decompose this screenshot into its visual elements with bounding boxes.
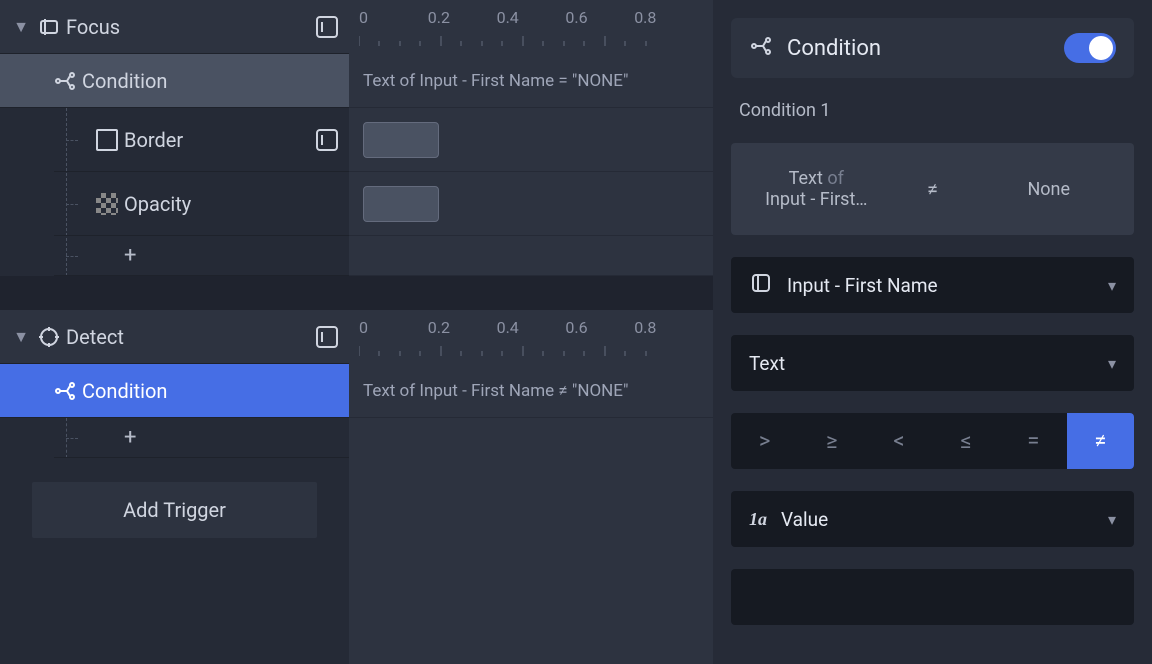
op-not-equal[interactable]: ≠ <box>1067 413 1134 469</box>
ruler-tick: 0 <box>359 8 428 27</box>
ruler-tick: 0.4 <box>497 8 566 27</box>
add-trigger-button[interactable]: Add Trigger <box>32 482 317 538</box>
detect-condition-row[interactable]: Condition <box>0 364 349 418</box>
op-greater[interactable]: > <box>731 413 798 469</box>
value-type-icon: 1a <box>749 509 767 530</box>
condition-panel-header: Condition <box>731 18 1134 78</box>
trigger-focus-header[interactable]: ▼ Focus <box>0 0 349 54</box>
square-icon <box>90 129 124 151</box>
operator-picker: > ≥ < ≤ = ≠ <box>731 413 1134 469</box>
property-select-label: Text <box>749 352 1094 375</box>
branch-icon <box>48 379 82 403</box>
add-property-row[interactable]: + <box>54 236 349 276</box>
color-swatch[interactable] <box>363 186 439 222</box>
element-select[interactable]: Input - First Name ▾ <box>731 257 1134 313</box>
spacer <box>349 276 713 310</box>
opacity-icon <box>90 193 124 215</box>
op-equal[interactable]: = <box>1000 413 1067 469</box>
value-input[interactable] <box>731 569 1134 625</box>
chevron-down-icon: ▼ <box>10 327 32 347</box>
color-swatch[interactable] <box>363 122 439 158</box>
ruler-tick: 0.4 <box>497 318 566 337</box>
indicator-icon <box>305 129 349 151</box>
ruler-ticks-icon <box>359 36 659 46</box>
property-select[interactable]: Text ▾ <box>731 335 1134 391</box>
ruler-tick: 0.2 <box>428 318 497 337</box>
condition-lhs: Text of Input - First… <box>731 143 902 235</box>
value-mode-select[interactable]: 1a Value ▾ <box>731 491 1134 547</box>
element-select-label: Input - First Name <box>787 274 1094 297</box>
condition-subtitle: Condition 1 <box>731 100 1134 121</box>
ruler-ticks-icon <box>359 346 659 356</box>
border-property-row[interactable]: Border <box>54 108 349 172</box>
ruler-tick: 0.2 <box>428 8 497 27</box>
plus-icon: + <box>124 425 136 450</box>
condition-enabled-toggle[interactable] <box>1064 33 1116 63</box>
ruler-tick: 0.6 <box>565 318 634 337</box>
ruler-tick: 0.8 <box>634 318 703 337</box>
element-icon <box>749 271 773 299</box>
condition-inspector: Condition Condition 1 Text of Input - Fi… <box>713 0 1152 664</box>
ruler-tick: 0.8 <box>634 8 703 27</box>
chevron-down-icon: ▾ <box>1108 354 1116 373</box>
chevron-down-icon: ▾ <box>1108 510 1116 529</box>
indicator-icon <box>305 326 349 348</box>
panel-title: Condition <box>787 36 1050 61</box>
trigger-detect-label: Detect <box>66 325 305 349</box>
timeline-ruler: 0 0.2 0.4 0.6 0.8 <box>349 310 713 364</box>
op-less[interactable]: < <box>865 413 932 469</box>
indicator-icon <box>305 16 349 38</box>
spacer <box>0 276 349 310</box>
op-less-equal[interactable]: ≤ <box>933 413 1000 469</box>
trigger-focus-label: Focus <box>66 15 305 39</box>
condition-operator-display: ≠ <box>902 143 964 235</box>
detect-condition-summary: Text of Input - First Name ≠ "NONE" <box>349 364 713 418</box>
focus-condition-row[interactable]: Condition <box>0 54 349 108</box>
add-property-row[interactable]: + <box>54 418 349 458</box>
add-trigger-label: Add Trigger <box>123 498 226 522</box>
opacity-property-row[interactable]: Opacity <box>54 172 349 236</box>
ruler-tick: 0.6 <box>565 8 634 27</box>
focus-condition-children: Border Opacity + <box>0 108 349 276</box>
op-greater-equal[interactable]: ≥ <box>798 413 865 469</box>
opacity-label: Opacity <box>124 192 305 216</box>
focus-condition-summary: Text of Input - First Name = "NONE" <box>349 54 713 108</box>
chevron-down-icon: ▼ <box>10 17 32 37</box>
cursor-icon <box>32 15 66 39</box>
trigger-detect-header[interactable]: ▼ Detect <box>0 310 349 364</box>
timeline-add-row <box>349 236 713 276</box>
focus-condition-label: Condition <box>82 69 349 93</box>
value-mode-label: Value <box>781 508 1094 531</box>
border-label: Border <box>124 128 305 152</box>
branch-icon <box>48 69 82 93</box>
plus-icon: + <box>124 243 136 268</box>
condition-rhs: None <box>964 143 1135 235</box>
detect-condition-label: Condition <box>82 379 349 403</box>
opacity-timeline-row[interactable] <box>349 172 713 236</box>
timeline-panel: 0 0.2 0.4 0.6 0.8 Text of Input - First … <box>349 0 713 664</box>
chevron-down-icon: ▾ <box>1108 276 1116 295</box>
border-timeline-row[interactable] <box>349 108 713 172</box>
detect-condition-children: + <box>0 418 349 458</box>
branch-icon <box>749 34 773 62</box>
ruler-tick: 0 <box>359 318 428 337</box>
condition-summary-card[interactable]: Text of Input - First… ≠ None <box>731 143 1134 235</box>
timeline-ruler: 0 0.2 0.4 0.6 0.8 <box>349 0 713 54</box>
crosshair-icon <box>32 325 66 349</box>
triggers-panel: ▼ Focus Condition Border Opacity + <box>0 0 349 664</box>
